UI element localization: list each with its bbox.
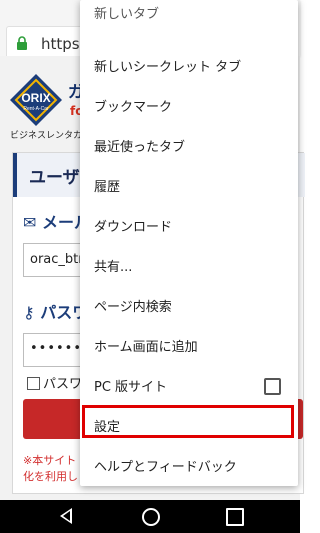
tagline: ビジネスレンタカー (10, 131, 92, 141)
key-icon: ⚷ (23, 303, 35, 322)
desktop-site-checkbox[interactable] (264, 378, 281, 395)
menu-item-bookmarks[interactable]: ブックマーク (80, 85, 298, 125)
menu-item-add-to-home[interactable]: ホーム画面に追加 (80, 325, 298, 365)
orix-logo: ORIX Rent-A-Car (10, 74, 62, 126)
menu-item-share[interactable]: 共有... (80, 245, 298, 285)
menu-item-find-in-page[interactable]: ページ内検索 (80, 285, 298, 325)
password-label: ⚷ パスワ (23, 303, 89, 322)
android-nav-bar (0, 500, 300, 533)
lock-icon (17, 36, 27, 50)
logo-text: ORIX (21, 91, 50, 105)
home-icon[interactable] (142, 508, 160, 526)
menu-item-help-feedback[interactable]: ヘルプとフィードバック (80, 445, 298, 485)
show-password-label: パスワ (43, 377, 83, 392)
recent-apps-icon[interactable] (226, 508, 244, 526)
show-password-checkbox[interactable] (27, 377, 40, 390)
logo-subtext: Rent-A-Car (23, 106, 49, 112)
menu-item-history[interactable]: 履歴 (80, 165, 298, 205)
menu-item-downloads[interactable]: ダウンロード (80, 205, 298, 245)
envelope-icon: ✉ (23, 213, 37, 232)
back-icon-inner (63, 511, 70, 521)
menu-item-new-tab[interactable]: 新しいタブ (80, 6, 298, 46)
settings-highlight-box (82, 405, 294, 438)
menu-item-recent-tabs[interactable]: 最近使ったタブ (80, 125, 298, 165)
menu-item-incognito-tab[interactable]: 新しいシークレット タブ (80, 45, 298, 85)
menu-item-desktop-site[interactable]: PC 版サイト (80, 365, 298, 405)
